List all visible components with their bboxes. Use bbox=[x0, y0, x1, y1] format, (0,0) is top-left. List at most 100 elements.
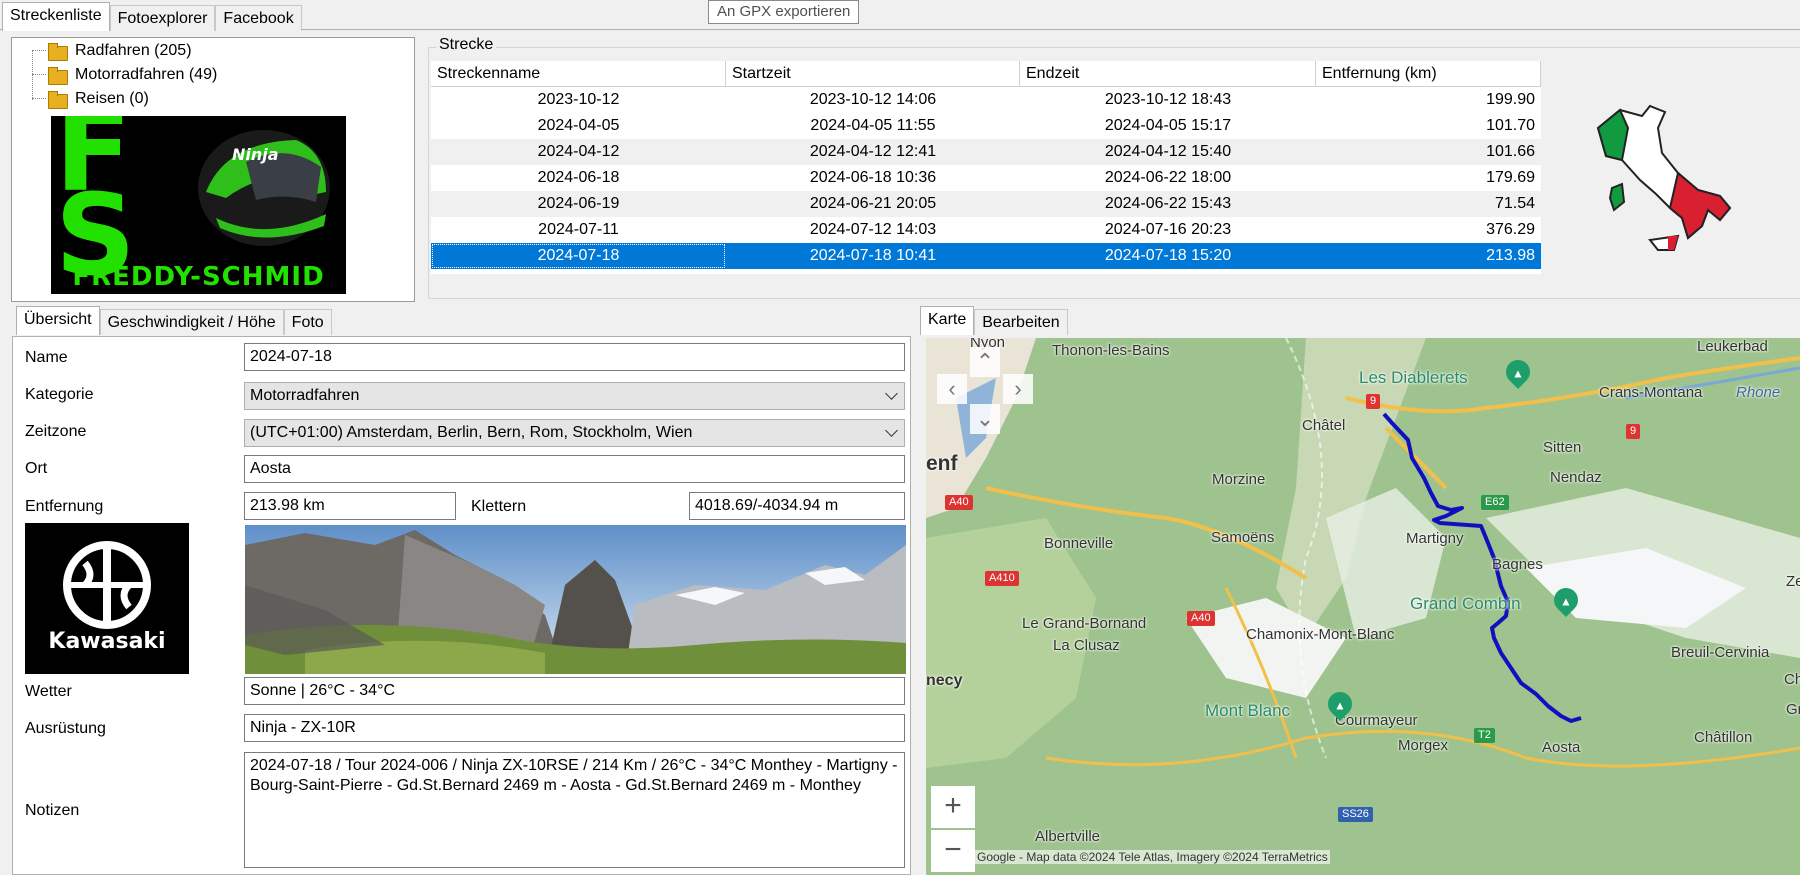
tree-line bbox=[32, 50, 46, 51]
table-row[interactable]: 2024-04-12 2024-04-12 12:41 2024-04-12 1… bbox=[431, 139, 1541, 165]
column-header-start[interactable]: Startzeit bbox=[726, 61, 1020, 87]
column-header-distance[interactable]: Entfernung (km) bbox=[1316, 61, 1541, 87]
cell-name: 2024-06-18 bbox=[537, 169, 620, 186]
timezone-select[interactable]: (UTC+01:00) Amsterdam, Berlin, Bern, Rom… bbox=[244, 419, 905, 447]
tab-uebersicht[interactable]: Übersicht bbox=[16, 306, 100, 335]
tab-karte[interactable]: Karte bbox=[920, 306, 975, 335]
peak-label: Grand Combin bbox=[1410, 594, 1521, 613]
route-table[interactable]: Streckenname Startzeit Endzeit Entfernun… bbox=[431, 61, 1541, 274]
cell-start: 2024-07-12 14:03 bbox=[809, 221, 937, 238]
distance-field[interactable]: 213.98 km bbox=[244, 492, 456, 520]
map-label: Zer bbox=[1786, 573, 1800, 590]
helmet-image: Ninja bbox=[198, 130, 330, 246]
pan-down-icon[interactable]: ⌄ bbox=[970, 404, 1000, 434]
climb-label: Klettern bbox=[471, 498, 527, 515]
cell-distance: 71.54 bbox=[1494, 195, 1535, 212]
cell-end: 2024-06-22 15:43 bbox=[1104, 195, 1232, 212]
map-label: Champ bbox=[1784, 671, 1800, 688]
table-row[interactable]: 2024-06-18 2024-06-18 10:36 2024-06-22 1… bbox=[431, 165, 1541, 191]
place-field[interactable]: Aosta bbox=[244, 455, 905, 483]
tab-streckenliste[interactable]: Streckenliste bbox=[2, 2, 110, 31]
tree-item-label: Motorradfahren (49) bbox=[75, 66, 218, 83]
tree-lines bbox=[32, 50, 46, 100]
cell-start: 2024-06-21 20:05 bbox=[809, 195, 937, 212]
pan-left-icon[interactable]: ‹ bbox=[937, 374, 967, 404]
top-tabbar: Streckenliste Fotoexplorer Facebook bbox=[2, 2, 302, 31]
cell-name: 2024-04-12 bbox=[537, 143, 620, 160]
tree-item-reisen[interactable]: Reisen (0) bbox=[48, 88, 149, 110]
cell-distance: 179.69 bbox=[1486, 169, 1535, 186]
map-terrain bbox=[926, 338, 1800, 875]
notes-label: Notizen bbox=[25, 802, 80, 819]
peak-label: Mont Blanc bbox=[1205, 701, 1291, 720]
category-select[interactable]: Motorradfahren bbox=[244, 382, 905, 410]
road-shield: A40 bbox=[945, 495, 973, 510]
table-row[interactable]: 2024-06-19 2024-06-21 20:05 2024-06-22 1… bbox=[431, 191, 1541, 217]
pan-right-icon[interactable]: › bbox=[1003, 374, 1033, 404]
map-label: Samoëns bbox=[1211, 529, 1275, 546]
map-label: Courmayeur bbox=[1335, 712, 1418, 729]
tab-fotoexplorer[interactable]: Fotoexplorer bbox=[109, 5, 216, 31]
map-label: Morgex bbox=[1398, 737, 1449, 754]
cell-start: 2024-06-18 10:36 bbox=[809, 169, 937, 186]
pan-up-icon[interactable]: ⌃ bbox=[970, 347, 1000, 377]
name-field[interactable]: 2024-07-18 bbox=[244, 343, 905, 371]
tree-item-label: Reisen (0) bbox=[75, 90, 149, 107]
cell-distance: 199.90 bbox=[1486, 91, 1535, 108]
map-label: Breuil-Cervinia bbox=[1671, 644, 1770, 661]
map-label: Nendaz bbox=[1550, 469, 1602, 486]
cell-distance: 376.29 bbox=[1486, 221, 1535, 238]
map-label: Chamonix-Mont-Blanc bbox=[1246, 626, 1395, 643]
cell-name: 2024-04-05 bbox=[537, 117, 620, 134]
zoom-out-button[interactable]: − bbox=[931, 830, 975, 872]
equipment-field[interactable]: Ninja - ZX-10R bbox=[244, 714, 905, 742]
map-label: Bagnes bbox=[1492, 556, 1543, 573]
map-label: Rhone bbox=[1736, 384, 1781, 401]
table-row[interactable]: 2024-07-11 2024-07-12 14:03 2024-07-16 2… bbox=[431, 217, 1541, 243]
map-tabbar: Karte Bearbeiten bbox=[920, 306, 1068, 336]
map-label: Crans-Montana bbox=[1599, 384, 1703, 401]
table-row[interactable]: 2024-04-05 2024-04-05 11:55 2024-04-05 1… bbox=[431, 113, 1541, 139]
timezone-label: Zeitzone bbox=[25, 423, 87, 440]
tree-item-radfahren[interactable]: Radfahren (205) bbox=[48, 40, 192, 62]
notes-textarea[interactable]: 2024-07-18 / Tour 2024-006 / Ninja ZX-10… bbox=[244, 752, 905, 868]
route-group-title: Strecke bbox=[436, 36, 497, 54]
table-header: Streckenname Startzeit Endzeit Entfernun… bbox=[431, 61, 1541, 87]
cell-distance: 101.70 bbox=[1486, 117, 1535, 134]
route-map[interactable]: Thonon-les-Bains Nyon Châtel Morzine Sam… bbox=[926, 338, 1800, 875]
cell-name: 2024-07-18 bbox=[431, 243, 726, 269]
road-shield: 9 bbox=[1366, 394, 1381, 409]
map-label: Bonneville bbox=[1044, 535, 1114, 552]
equipment-label: Ausrüstung bbox=[25, 720, 106, 737]
svg-text:Ninja: Ninja bbox=[232, 145, 279, 164]
map-label: Aosta bbox=[1542, 739, 1581, 756]
map-label: enf bbox=[926, 452, 958, 475]
road-shield: A40 bbox=[1187, 611, 1215, 626]
column-header-end[interactable]: Endzeit bbox=[1020, 61, 1316, 87]
road-shield: A410 bbox=[985, 571, 1019, 586]
table-row-selected[interactable]: 2024-07-18 2024-07-18 10:41 2024-07-18 1… bbox=[431, 243, 1541, 269]
table-row[interactable]: 2023-10-12 2023-10-12 14:06 2023-10-12 1… bbox=[431, 87, 1541, 113]
cell-distance: 101.66 bbox=[1486, 143, 1535, 160]
weather-field[interactable]: Sonne | 26°C - 34°C bbox=[244, 677, 905, 705]
cell-start: 2023-10-12 14:06 bbox=[809, 91, 937, 108]
chevron-down-icon bbox=[885, 387, 898, 400]
logo-letters: FS bbox=[55, 116, 136, 294]
cell-start: 2024-04-12 12:41 bbox=[809, 143, 937, 160]
cell-start: 2024-04-05 11:55 bbox=[810, 117, 936, 134]
tab-geschwindigkeit-hoehe[interactable]: Geschwindigkeit / Höhe bbox=[99, 309, 284, 335]
map-copyright: Google - Map data ©2024 Tele Atlas, Imag… bbox=[975, 850, 1330, 864]
column-header-name[interactable]: Streckenname bbox=[431, 61, 726, 87]
chevron-down-icon bbox=[885, 424, 898, 437]
zoom-in-button[interactable]: + bbox=[931, 786, 975, 828]
tab-bearbeiten[interactable]: Bearbeiten bbox=[974, 309, 1068, 335]
map-label: Morzine bbox=[1212, 471, 1266, 488]
tree-item-label: Radfahren (205) bbox=[75, 42, 192, 59]
tab-foto[interactable]: Foto bbox=[283, 309, 332, 335]
road-shield: 9 bbox=[1626, 424, 1641, 439]
tree-item-motorradfahren[interactable]: Motorradfahren (49) bbox=[48, 64, 217, 86]
climb-field[interactable]: 4018.69/-4034.94 m bbox=[689, 492, 905, 520]
cell-end: 2024-04-05 15:17 bbox=[1104, 117, 1232, 134]
map-label: La Clusaz bbox=[1053, 637, 1120, 654]
tab-facebook[interactable]: Facebook bbox=[215, 5, 302, 31]
